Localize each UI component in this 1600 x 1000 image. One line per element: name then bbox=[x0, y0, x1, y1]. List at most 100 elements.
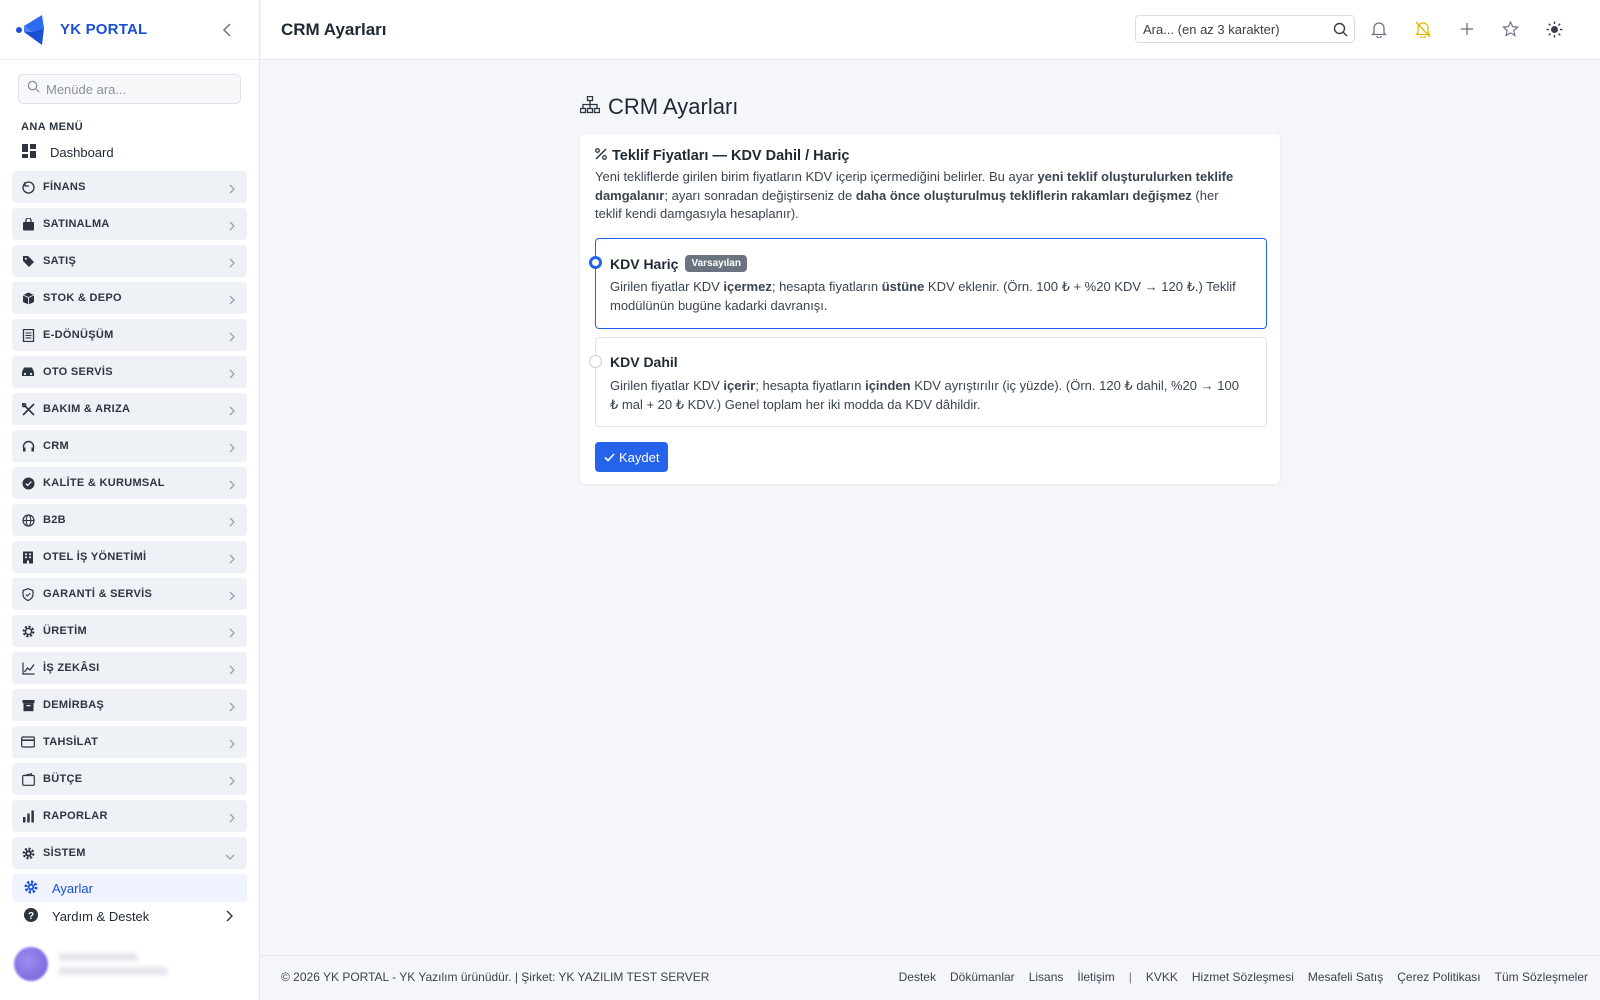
sidebar-item-stok-depo[interactable]: STOK & DEPO bbox=[12, 282, 247, 314]
percent-icon bbox=[595, 148, 607, 164]
help-label: Yardım & Destek bbox=[52, 908, 150, 924]
chevron-right-icon bbox=[229, 329, 235, 347]
sidebar-item-e-dönüşüm[interactable]: E-DÖNÜŞÜM bbox=[12, 319, 247, 351]
sidebar-item-tahsi-lat[interactable]: TAHSİLAT bbox=[12, 726, 247, 758]
sidebar-item-crm[interactable]: CRM bbox=[12, 430, 247, 462]
footer-link[interactable]: Çerez Politikası bbox=[1397, 970, 1480, 984]
sidebar-item-label: STOK & DEPO bbox=[43, 292, 122, 304]
footer-link[interactable]: Mesafeli Satış bbox=[1308, 970, 1383, 984]
car-icon bbox=[21, 365, 35, 379]
sidebar-item-garanti-servi-s[interactable]: GARANTİ & SERVİS bbox=[12, 578, 247, 610]
chevron-right-icon bbox=[229, 181, 235, 199]
sidebar-item-raporlar[interactable]: RAPORLAR bbox=[12, 800, 247, 832]
topbar: CRM Ayarları bbox=[261, 0, 1600, 60]
save-label: Kaydet bbox=[619, 449, 660, 465]
sidebar-item-label: GARANTİ & SERVİS bbox=[43, 588, 153, 600]
footer-link[interactable]: Lisans bbox=[1029, 970, 1064, 984]
blurred-user-name bbox=[58, 953, 138, 961]
dashboard-icon bbox=[22, 143, 36, 161]
sidebar-item-si-stem[interactable]: SİSTEM bbox=[12, 837, 247, 869]
brand[interactable]: YK PORTAL bbox=[0, 0, 259, 60]
sidebar-item-kali-te-kurumsal[interactable]: KALİTE & KURUMSAL bbox=[12, 467, 247, 499]
footer-link[interactable]: KVKK bbox=[1146, 970, 1178, 984]
yk-logo-icon bbox=[14, 12, 50, 48]
menu-search-box[interactable] bbox=[18, 74, 241, 104]
bell-off-icon[interactable] bbox=[1413, 19, 1433, 39]
chevron-right-icon bbox=[229, 588, 235, 606]
sidebar-item-bütçe[interactable]: BÜTÇE bbox=[12, 763, 247, 795]
shopping-bag-icon bbox=[21, 217, 35, 231]
sidebar-item-settings[interactable]: Ayarlar bbox=[12, 874, 247, 902]
footer-link[interactable]: İletişim bbox=[1077, 970, 1114, 984]
sidebar-item-label: RAPORLAR bbox=[43, 810, 108, 822]
footer-links: Destek Dökümanlar Lisans İletişim | KVKK Hizme… bbox=[885, 970, 1588, 984]
chevron-right-icon bbox=[229, 403, 235, 421]
check-icon bbox=[604, 450, 615, 465]
sidebar-item-demi-rbaş[interactable]: DEMİRBAŞ bbox=[12, 689, 247, 721]
option-description: Girilen fiyatlar KDV içerir; hesapta fiy… bbox=[610, 377, 1250, 414]
sidebar-item-label: B2B bbox=[43, 514, 66, 526]
footer-link[interactable]: Destek bbox=[899, 970, 936, 984]
tools-icon bbox=[21, 402, 35, 416]
user-profile[interactable] bbox=[14, 942, 244, 986]
sidebar-item-label: FİNANS bbox=[43, 181, 86, 193]
menu-search-input[interactable] bbox=[46, 81, 226, 97]
badge-check-icon bbox=[21, 476, 35, 490]
svg-text:?: ? bbox=[28, 911, 34, 922]
sidebar-item-label: BAKIM & ARIZA bbox=[43, 403, 131, 415]
sidebar-item-bakim-ariza[interactable]: BAKIM & ARIZA bbox=[12, 393, 247, 425]
chevron-right-icon bbox=[229, 662, 235, 680]
blurred-user-email bbox=[58, 967, 168, 975]
bell-icon[interactable] bbox=[1369, 19, 1389, 39]
chevron-right-icon bbox=[229, 366, 235, 384]
bar-chart-icon bbox=[21, 809, 35, 823]
plus-icon[interactable] bbox=[1457, 19, 1477, 39]
sidebar: YK PORTAL ANA MENÜ Dashboard FİNANS SATIN… bbox=[0, 0, 260, 1000]
sidebar-item-fi-nans[interactable]: FİNANS bbox=[12, 171, 247, 203]
radio-kdv-dahil[interactable] bbox=[589, 355, 602, 368]
sidebar-item-help[interactable]: ? Yardım & Destek bbox=[12, 902, 247, 930]
sidebar-item-label: OTO SERVİS bbox=[43, 366, 113, 378]
opt2-text-1: Girilen fiyatlar KDV bbox=[610, 378, 724, 393]
option-kdv-haric[interactable]: KDV Hariç Varsayılan Girilen fiyatlar KD… bbox=[589, 238, 1267, 329]
dashboard-label: Dashboard bbox=[50, 144, 114, 160]
sidebar-item-dashboard[interactable]: Dashboard bbox=[22, 139, 259, 165]
globe-icon bbox=[21, 513, 35, 527]
gear-icon bbox=[24, 880, 38, 897]
save-button[interactable]: Kaydet bbox=[595, 442, 669, 472]
option-label: KDV Dahil bbox=[610, 354, 678, 370]
footer-link[interactable]: Dökümanlar bbox=[950, 970, 1015, 984]
star-icon[interactable] bbox=[1500, 19, 1520, 39]
opt1-bold-2: üstüne bbox=[881, 279, 925, 294]
opt2-text-2: ; hesapta fiyatların bbox=[755, 378, 866, 393]
collapse-sidebar-icon[interactable] bbox=[217, 20, 237, 40]
sidebar-item-i-ş-zekâsi[interactable]: İŞ ZEKÂSI bbox=[12, 652, 247, 684]
footer-link[interactable]: Tüm Sözleşmeler bbox=[1495, 970, 1588, 984]
footer-link[interactable]: Hizmet Sözleşmesi bbox=[1192, 970, 1294, 984]
sidebar-item-otel-i-ş-yöneti-mi[interactable]: OTEL İŞ YÖNETİMİ bbox=[12, 541, 247, 573]
desc-bold-2: daha önce oluşturulmuş tekliflerin rakam… bbox=[855, 187, 1192, 203]
chevron-right-icon bbox=[229, 255, 235, 273]
search-icon[interactable] bbox=[1333, 22, 1348, 42]
desc-text-1: Yeni tekliflerde girilen birim fiyatları… bbox=[595, 169, 1038, 184]
sidebar-item-satinalma[interactable]: SATINALMA bbox=[12, 208, 247, 240]
option-kdv-dahil[interactable]: KDV Dahil Girilen fiyatlar KDV içerir; h… bbox=[589, 337, 1267, 427]
chevron-right-icon bbox=[229, 218, 235, 236]
radio-kdv-haric[interactable] bbox=[589, 256, 602, 269]
sun-icon[interactable] bbox=[1544, 19, 1564, 39]
sidebar-item-oto-servi-s[interactable]: OTO SERVİS bbox=[12, 356, 247, 388]
sidebar-item-b2b[interactable]: B2B bbox=[12, 504, 247, 536]
card-title: Teklif Fiyatları — KDV Dahil / Hariç bbox=[595, 148, 849, 164]
chevron-right-icon bbox=[229, 292, 235, 310]
sidebar-item-satiş[interactable]: SATIŞ bbox=[12, 245, 247, 277]
cog-icon bbox=[21, 624, 35, 638]
option-label: KDV Hariç Varsayılan bbox=[610, 255, 747, 272]
credit-card-icon bbox=[21, 735, 35, 749]
sidebar-item-label: OTEL İŞ YÖNETİMİ bbox=[43, 551, 147, 563]
headset-icon bbox=[21, 439, 35, 453]
global-search-box[interactable] bbox=[1135, 15, 1355, 43]
option-label-text: KDV Hariç bbox=[610, 255, 679, 272]
global-search-input[interactable] bbox=[1143, 21, 1323, 37]
sidebar-item-üreti-m[interactable]: ÜRETİM bbox=[12, 615, 247, 647]
search-icon bbox=[27, 80, 40, 98]
